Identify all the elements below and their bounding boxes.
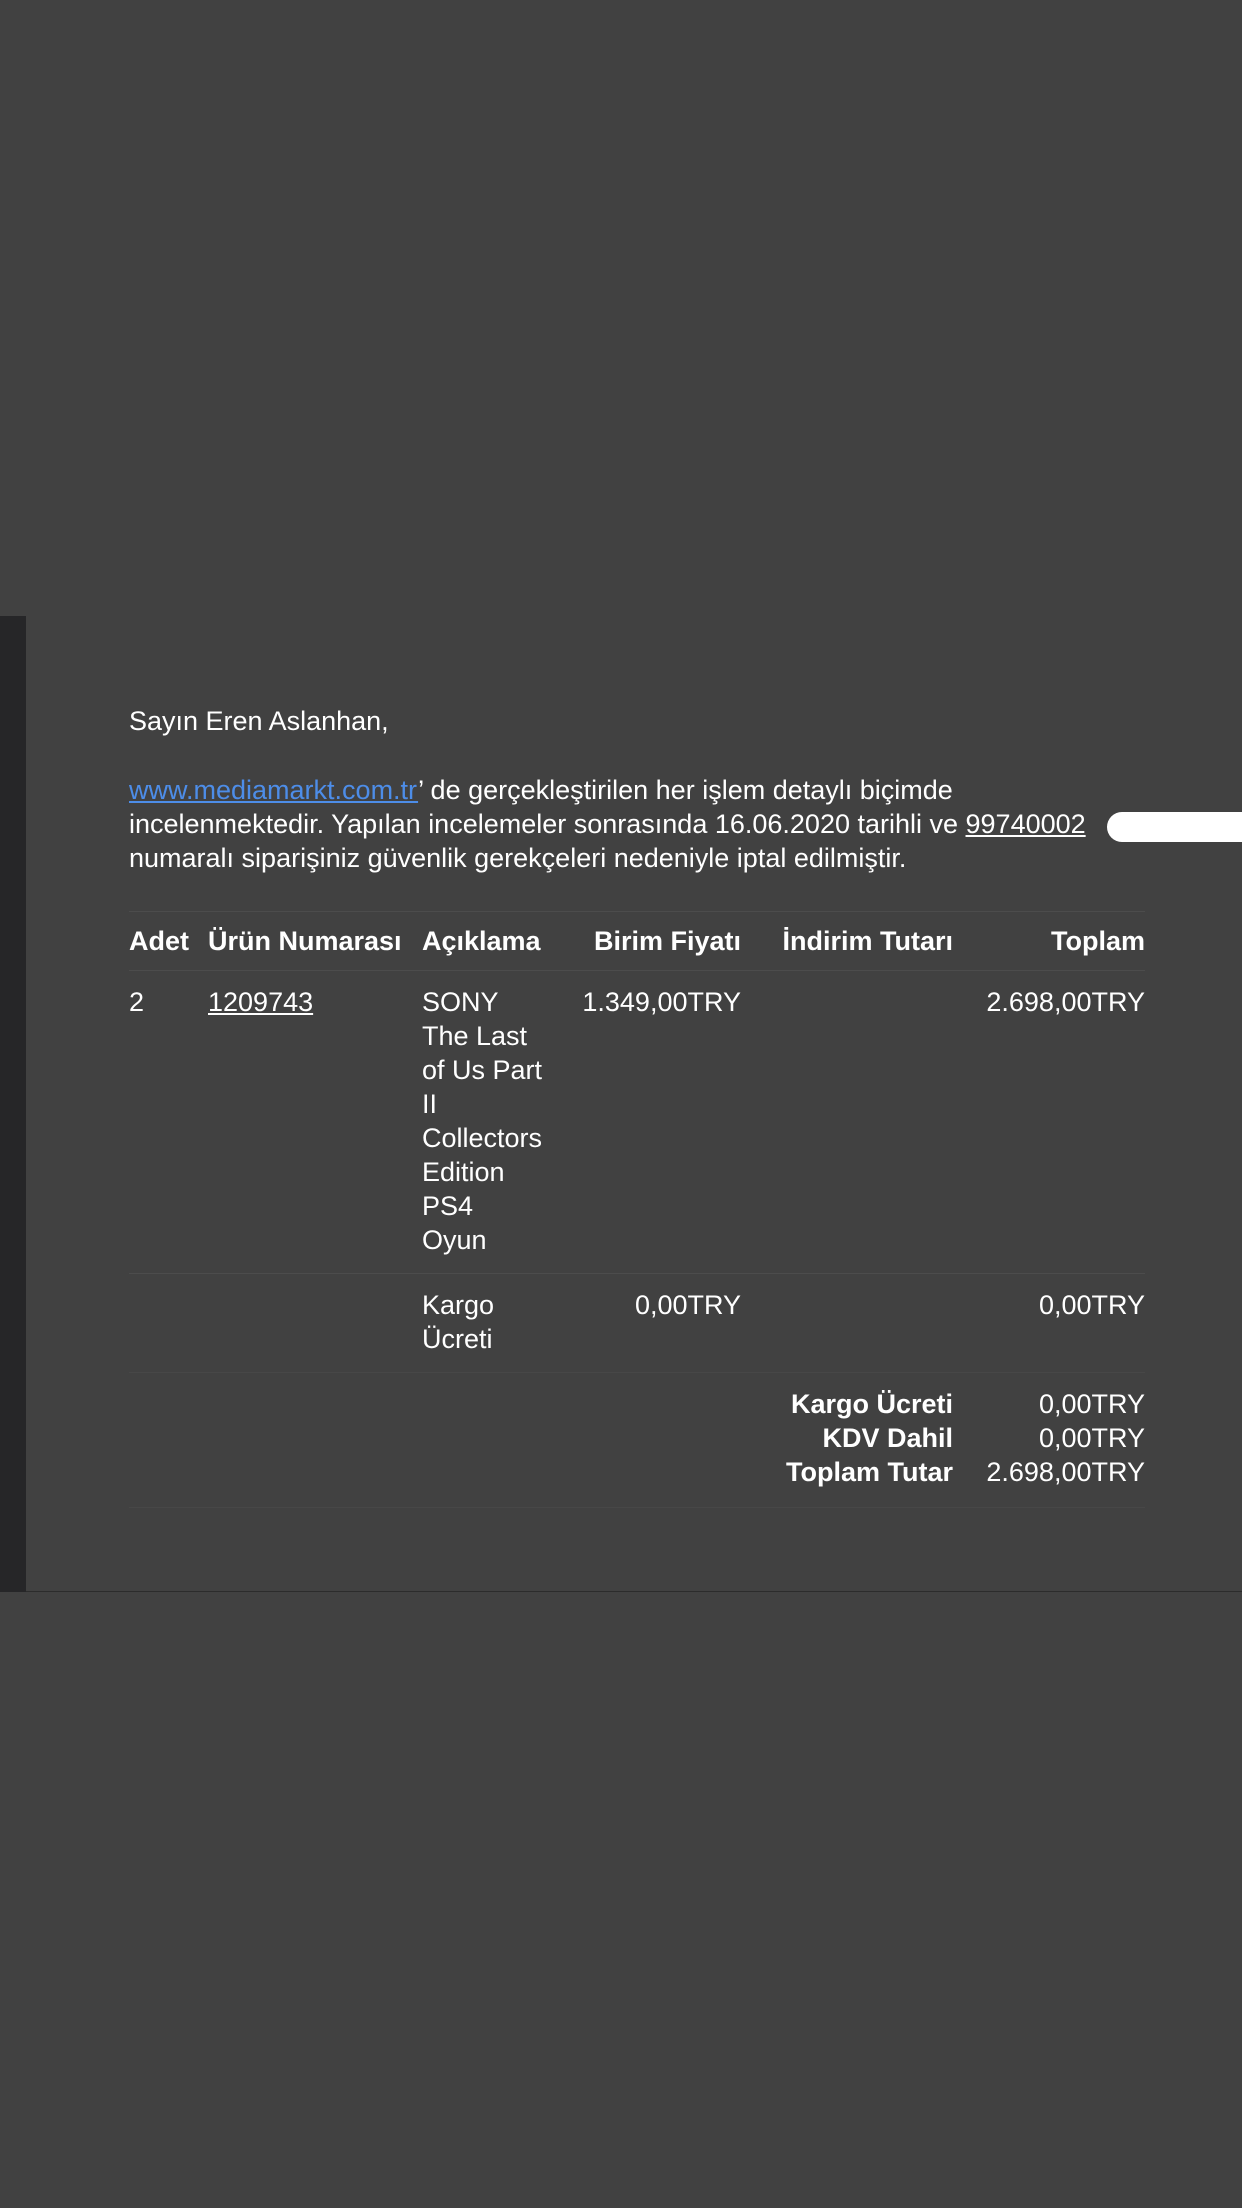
header-urun-numarasi: Ürün Numarası	[208, 926, 402, 956]
description-line: of Us Part	[422, 1055, 543, 1085]
cell-indirim-tutari	[741, 1274, 953, 1373]
total-row-toplam: Toplam Tutar 2.698,00TRY	[129, 1455, 1145, 1489]
cell-indirim-tutari	[741, 971, 953, 1274]
total-label: Kargo Ücreti	[790, 1389, 953, 1419]
table-header-row: Adet Ürün Numarası Açıklama Birim Fiyatı…	[129, 911, 1145, 971]
content-bottom-divider	[26, 1591, 1242, 1592]
mediamarkt-link[interactable]: www.mediamarkt.com.tr	[129, 775, 418, 805]
description-line: Ücreti	[422, 1324, 493, 1354]
cell-toplam: 2.698,00TRY	[986, 987, 1145, 1017]
total-row-kdv: KDV Dahil 0,00TRY	[129, 1421, 1145, 1455]
order-totals: Kargo Ücreti 0,00TRY KDV Dahil 0,00TRY T…	[129, 1372, 1145, 1508]
email-body: Sayın Eren Aslanhan, www.mediamarkt.com.…	[129, 704, 1242, 1508]
description-line: The Last	[422, 1021, 528, 1051]
table-row: 2 1209743 SONY The Last of Us Part II Co…	[129, 971, 1145, 1274]
header-indirim-tutari: İndirim Tutarı	[782, 926, 953, 956]
redaction-mark	[1107, 812, 1242, 842]
greeting: Sayın Eren Aslanhan,	[129, 706, 389, 736]
table-row: Kargo Ücreti 0,00TRY 0,00TRY	[129, 1274, 1145, 1373]
total-label: Toplam Tutar	[786, 1457, 953, 1487]
description-line: PS4	[422, 1191, 474, 1221]
left-sidebar-strip	[0, 616, 26, 1592]
order-table: Adet Ürün Numarası Açıklama Birim Fiyatı…	[129, 911, 1145, 1372]
cell-toplam: 0,00TRY	[1038, 1290, 1145, 1320]
description-line: Collectors	[422, 1123, 543, 1153]
header-aciklama: Açıklama	[422, 926, 541, 956]
description-line: Kargo	[422, 1290, 495, 1320]
header-birim-fiyati: Birim Fiyatı	[593, 926, 741, 956]
message-text-2: numaralı siparişiniz güvenlik gerekçeler…	[129, 843, 907, 873]
total-row-kargo: Kargo Ücreti 0,00TRY	[129, 1387, 1145, 1421]
description-line: Edition	[422, 1157, 505, 1187]
cell-birim-fiyati: 0,00TRY	[634, 1290, 741, 1320]
cell-birim-fiyati: 1.349,00TRY	[582, 987, 741, 1017]
product-number-link[interactable]: 1209743	[208, 987, 313, 1017]
total-value: 0,00TRY	[1038, 1423, 1145, 1453]
description-line: II	[422, 1089, 438, 1119]
cell-adet	[129, 1274, 208, 1373]
cell-aciklama: SONY The Last of Us Part II Collectors E…	[422, 971, 562, 1274]
cell-urun-numarasi: 1209743	[208, 971, 422, 1274]
total-value: 0,00TRY	[1038, 1389, 1145, 1419]
header-toplam: Toplam	[1051, 926, 1145, 956]
cancellation-message: www.mediamarkt.com.tr’ de gerçekleştiril…	[129, 773, 1242, 875]
cell-aciklama: Kargo Ücreti	[422, 1274, 562, 1373]
cell-adet: 2	[129, 987, 145, 1017]
cell-urun-numarasi	[208, 1274, 422, 1373]
description-line: Oyun	[422, 1225, 487, 1255]
total-value: 2.698,00TRY	[986, 1457, 1145, 1487]
total-label: KDV Dahil	[822, 1423, 953, 1453]
header-adet: Adet	[129, 926, 189, 956]
order-number[interactable]: 99740002	[966, 809, 1086, 839]
description-line: SONY	[422, 987, 499, 1017]
